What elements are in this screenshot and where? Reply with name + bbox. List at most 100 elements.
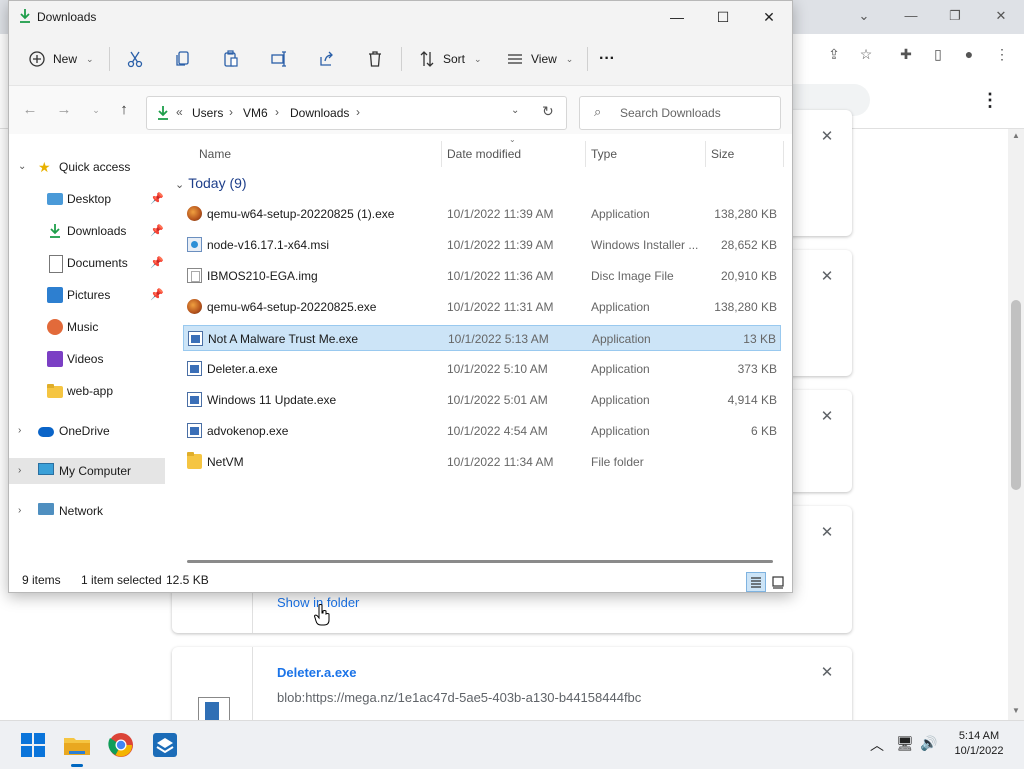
search-box[interactable]: ⌕ Search Downloads xyxy=(579,96,781,130)
view-label: View xyxy=(531,52,557,66)
remove-download-icon[interactable]: ✕ xyxy=(820,129,834,144)
nav-item-pictures[interactable]: Pictures 📌 xyxy=(9,282,165,308)
remove-download-icon[interactable]: ✕ xyxy=(820,525,834,540)
remove-download-icon[interactable]: ✕ xyxy=(820,269,834,284)
bookmark-star-icon[interactable]: ☆ xyxy=(854,42,878,66)
chrome-minimize-button[interactable]: — xyxy=(897,6,925,26)
volume-speaker-icon[interactable]: 🔊 xyxy=(919,735,939,755)
chevron-right-icon[interactable]: › xyxy=(18,458,21,484)
rename-icon[interactable] xyxy=(269,49,289,69)
column-header-type[interactable]: Type xyxy=(591,141,617,167)
cut-scissors-icon[interactable] xyxy=(125,49,145,69)
page-scroll-thumb[interactable] xyxy=(1011,300,1021,490)
breadcrumb-vm6[interactable]: VM6 xyxy=(243,106,268,120)
new-button[interactable]: New ⌄ xyxy=(27,41,94,77)
close-button[interactable]: ✕ xyxy=(746,1,792,33)
file-row[interactable]: advokenop.exe 10/1/2022 4:54 AM Applicatio… xyxy=(183,418,781,444)
file-row[interactable]: qemu-w64-setup-20220825.exe 10/1/2022 11:… xyxy=(183,294,781,320)
network-monitor-icon[interactable]: 🖥 xyxy=(895,735,915,755)
share-icon[interactable]: ⇪ xyxy=(822,42,846,66)
pin-icon: 📌 xyxy=(150,225,164,237)
scroll-up-arrow-icon[interactable]: ▲ xyxy=(1010,131,1022,141)
file-row[interactable]: qemu-w64-setup-20220825 (1).exe 10/1/2022… xyxy=(183,201,781,227)
nav-onedrive[interactable]: › OneDrive xyxy=(9,418,165,444)
breadcrumb-users[interactable]: Users xyxy=(192,106,223,120)
nav-item-web-app[interactable]: web-app xyxy=(9,378,165,404)
chrome-tab-search-icon[interactable]: ⌄ xyxy=(850,6,878,26)
nav-label: Pictures xyxy=(67,288,111,302)
group-header-today[interactable]: ⌄ Today (9) xyxy=(175,175,247,191)
new-label: New xyxy=(53,52,78,66)
chrome-taskbar-icon[interactable] xyxy=(105,729,137,761)
system-clock[interactable]: 5:14 AM 10/1/2022 xyxy=(948,729,1010,759)
address-dropdown-chevron-icon[interactable]: ⌄ xyxy=(511,105,519,116)
chrome-restore-button[interactable]: ❐ xyxy=(941,6,969,26)
delete-trash-icon[interactable] xyxy=(365,49,385,69)
minimize-button[interactable]: — xyxy=(654,1,700,33)
nav-quick-access[interactable]: ⌄ ★ Quick access xyxy=(9,154,165,180)
copy-icon[interactable] xyxy=(173,49,193,69)
nav-my-computer[interactable]: › My Computer xyxy=(9,458,165,484)
scroll-down-arrow-icon[interactable]: ▼ xyxy=(1010,706,1022,716)
file-row[interactable]: NetVM 10/1/2022 11:34 AM File folder xyxy=(183,449,781,475)
qemu-icon xyxy=(187,206,202,221)
virtualbox-taskbar-icon[interactable] xyxy=(149,729,181,761)
remove-download-icon[interactable]: ✕ xyxy=(820,409,834,424)
file-row[interactable]: Windows 11 Update.exe 10/1/2022 5:01 AM Ap… xyxy=(183,387,781,413)
column-header-date-modified[interactable]: Date modified xyxy=(447,141,521,167)
file-row[interactable]: Not A Malware Trust Me.exe 10/1/2022 5:13… xyxy=(183,325,781,351)
paste-icon[interactable] xyxy=(221,49,241,69)
horizontal-scrollbar[interactable] xyxy=(187,560,773,563)
nav-network[interactable]: › Network xyxy=(9,498,165,524)
nav-item-documents[interactable]: Documents 📌 xyxy=(9,250,165,276)
large-icons-view-icon[interactable] xyxy=(768,572,788,592)
profile-avatar-icon[interactable]: ● xyxy=(957,42,981,66)
breadcrumb-downloads[interactable]: Downloads xyxy=(290,106,349,120)
sort-button[interactable]: Sort ⌄ xyxy=(417,41,482,77)
nav-item-desktop[interactable]: Desktop 📌 xyxy=(9,186,165,212)
sort-label: Sort xyxy=(443,52,466,66)
exe-icon xyxy=(187,361,202,376)
pin-icon: 📌 xyxy=(150,193,164,205)
show-hidden-icons-chevron-icon[interactable]: ︿ xyxy=(868,735,886,755)
side-panel-icon[interactable]: ▯ xyxy=(926,42,950,66)
view-button[interactable]: View ⌄ xyxy=(505,41,573,77)
nav-item-downloads[interactable]: Downloads 📌 xyxy=(9,218,165,244)
forward-arrow-icon[interactable]: → xyxy=(53,99,75,121)
see-more-button[interactable]: ··· xyxy=(599,41,615,77)
recent-locations-chevron-icon[interactable]: ⌄ xyxy=(85,99,107,121)
selection-size: 12.5 KB xyxy=(166,573,209,587)
chevron-down-icon[interactable]: ⌄ xyxy=(18,154,26,180)
file-row[interactable]: IBMOS210-EGA.img 10/1/2022 11:36 AM Disc I… xyxy=(183,263,781,289)
downloads-more-actions-icon[interactable]: ⋮ xyxy=(980,88,1000,112)
file-size: 4,914 KB xyxy=(727,393,777,407)
details-view-icon[interactable] xyxy=(746,572,766,592)
windows-start-icon[interactable] xyxy=(17,729,49,761)
share-icon[interactable] xyxy=(317,49,337,69)
remove-download-icon[interactable]: ✕ xyxy=(820,665,834,680)
chevron-right-icon[interactable]: › xyxy=(229,105,233,119)
chevron-right-icon[interactable]: › xyxy=(356,105,360,119)
overflow-chevron-icon[interactable]: « xyxy=(176,105,183,119)
chrome-close-button[interactable]: ✕ xyxy=(987,6,1015,26)
chevron-right-icon[interactable]: › xyxy=(18,498,21,524)
column-header-name[interactable]: Name xyxy=(199,141,231,167)
sort-indicator-chevron-icon: ⌄ xyxy=(509,135,516,144)
up-arrow-icon[interactable]: ↑ xyxy=(113,99,135,121)
file-row[interactable]: node-v16.17.1-x64.msi 10/1/2022 11:39 AM W… xyxy=(183,232,781,258)
nav-item-videos[interactable]: Videos xyxy=(9,346,165,372)
file-row[interactable]: Deleter.a.exe 10/1/2022 5:10 AM Applicatio… xyxy=(183,356,781,382)
nav-item-music[interactable]: Music xyxy=(9,314,165,340)
extensions-puzzle-icon[interactable]: ✚ xyxy=(894,42,918,66)
download-file-name-link[interactable]: Deleter.a.exe xyxy=(277,665,357,680)
refresh-icon[interactable]: ↻ xyxy=(542,103,554,120)
file-explorer-taskbar-icon[interactable] xyxy=(61,729,93,767)
column-header-size[interactable]: Size xyxy=(711,141,734,167)
chevron-right-icon[interactable]: › xyxy=(18,418,21,444)
maximize-button[interactable]: ☐ xyxy=(700,1,746,33)
address-bar[interactable]: « Users › VM6 › Downloads › ⌄ ↻ xyxy=(146,96,567,130)
sort-arrows-icon xyxy=(420,51,434,67)
back-arrow-icon[interactable]: ← xyxy=(19,99,41,121)
chevron-right-icon[interactable]: › xyxy=(275,105,279,119)
chrome-menu-icon[interactable]: ⋮ xyxy=(990,42,1014,66)
